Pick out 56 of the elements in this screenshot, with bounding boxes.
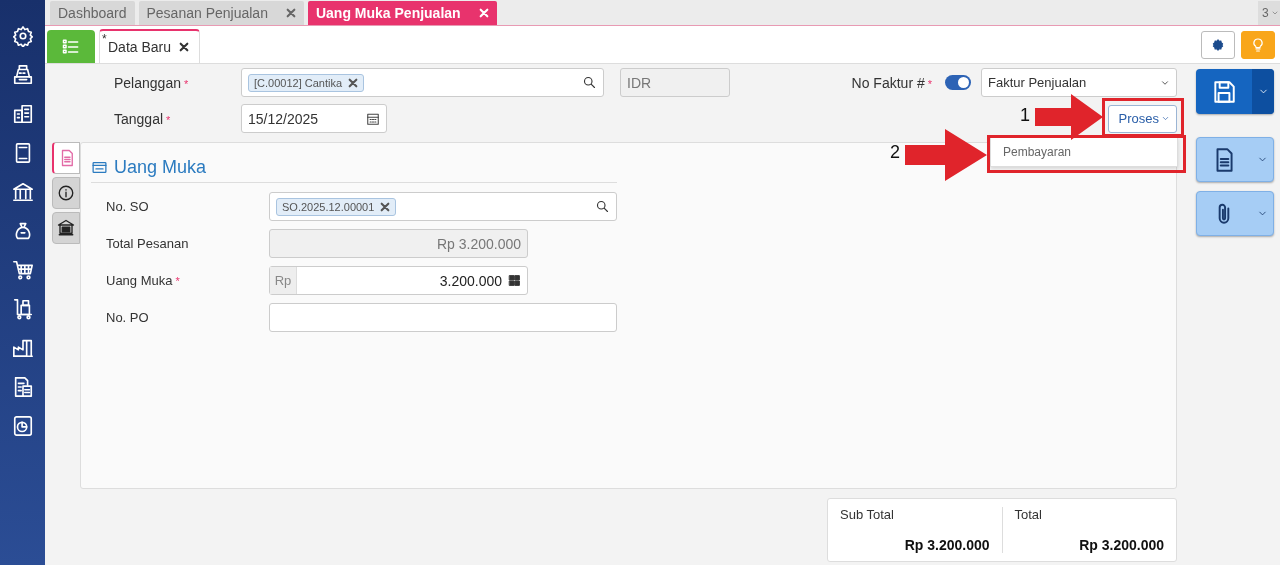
total-label: Total (1014, 507, 1043, 522)
section-title: Uang Muka (114, 157, 207, 178)
sales-order-field[interactable]: SO.2025.12.00001 (269, 192, 617, 221)
step-number: 1 (1020, 105, 1030, 126)
close-icon[interactable] (348, 77, 359, 88)
close-icon[interactable] (380, 201, 391, 212)
currency-field: IDR (620, 68, 730, 97)
payment-card-icon (91, 159, 108, 176)
field-label: Total Pesanan (106, 236, 190, 251)
info-icon (57, 184, 75, 202)
auto-number-toggle[interactable] (945, 75, 971, 90)
field-label: Pelanggan * (114, 74, 190, 91)
chevron-down-icon (1270, 9, 1279, 17)
total-label: Sub Total (840, 507, 895, 522)
order-total-field: Rp 3.200.000 (269, 229, 528, 258)
side-tab[interactable] (52, 212, 80, 244)
search-icon (595, 199, 610, 214)
down-payment-field[interactable]: Rp 3.200.000 (269, 266, 528, 295)
save-button[interactable] (1196, 69, 1274, 114)
settings-icon (1211, 37, 1225, 52)
modified-marker: * (102, 32, 107, 46)
search-icon (582, 75, 597, 90)
total-value: Rp 3.200.000 (903, 537, 990, 553)
attachment-button[interactable] (1196, 191, 1274, 236)
purchase-order-field[interactable] (269, 303, 617, 332)
customer-field[interactable]: [C.00012] Cantika (241, 68, 604, 97)
side-tab[interactable] (52, 177, 80, 209)
calendar-icon (366, 111, 380, 126)
close-icon[interactable] (179, 42, 190, 52)
field-label: No Faktur # * (851, 74, 932, 91)
currency-prefix: Rp (270, 267, 297, 294)
document-tab[interactable]: *Data Baru (99, 29, 201, 63)
app-tab[interactable]: Pesanan Penjualan (138, 1, 304, 25)
chevron-down-icon (1161, 114, 1170, 123)
field-label: No. PO (106, 310, 150, 325)
tab-overflow-button[interactable]: 3 (1258, 1, 1280, 25)
customer-tag: [C.00012] Cantika (248, 73, 365, 92)
field-label: Tanggal * (114, 110, 172, 127)
sales-order-tag: SO.2025.12.00001 (276, 197, 397, 216)
save-icon (1211, 78, 1237, 105)
print-button[interactable] (1196, 137, 1274, 182)
date-field[interactable]: 15/12/2025 (241, 104, 387, 133)
settings-button[interactable] (1201, 30, 1235, 59)
arrow-drawing (1035, 94, 1103, 140)
bank-icon (57, 219, 75, 237)
step-number: 2 (890, 142, 900, 163)
invoice-type-select[interactable]: Faktur Penjualan (981, 68, 1177, 97)
calculator-icon (508, 274, 521, 287)
app-tab[interactable]: Dashboard (50, 1, 135, 25)
field-label: Uang Muka * (106, 273, 181, 288)
app-tab[interactable]: Uang Muka Penjualan (307, 1, 497, 25)
process-menu-item[interactable]: Pembayaran (990, 137, 1178, 167)
total-value: Rp 3.200.000 (1078, 537, 1164, 553)
process-dropdown-button[interactable]: Proses (1107, 104, 1177, 133)
lightbulb-icon (1250, 36, 1266, 53)
field-label: No. SO (106, 199, 150, 214)
